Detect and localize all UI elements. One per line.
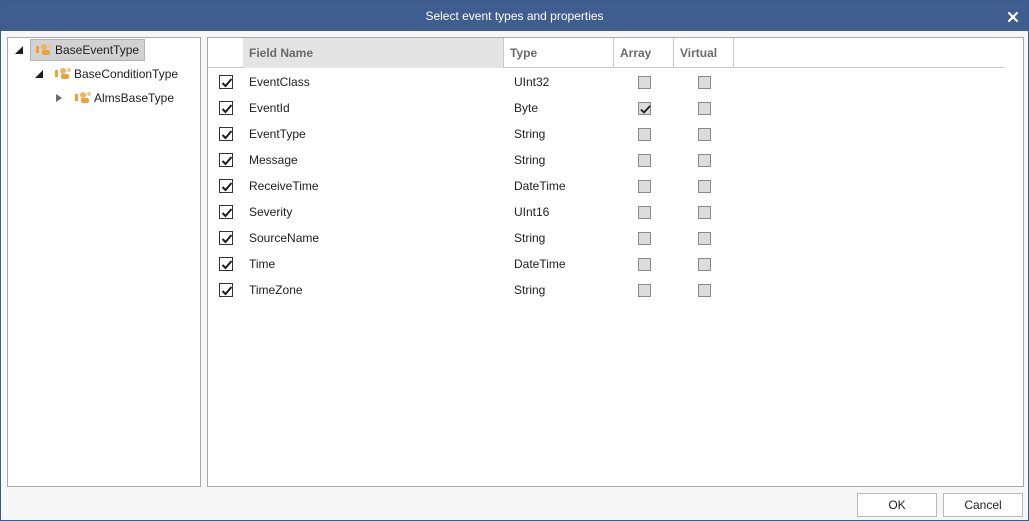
table-row[interactable]: Message String xyxy=(208,147,1004,173)
tree-item-alms-base-type[interactable]: AlmsBaseType xyxy=(52,87,179,109)
field-name-cell: EventId xyxy=(249,101,290,115)
field-name-cell: ReceiveTime xyxy=(249,179,319,193)
include-field-checkbox[interactable] xyxy=(219,257,233,271)
tree-item-label: AlmsBaseType xyxy=(94,91,175,105)
dialog-window: Select event types and properties BaseEv… xyxy=(0,0,1029,521)
virtual-checkbox[interactable] xyxy=(698,258,711,271)
table-row[interactable]: ReceiveTime DateTime xyxy=(208,173,1004,199)
expanded-triangle-icon[interactable] xyxy=(32,67,46,81)
virtual-checkbox[interactable] xyxy=(698,102,711,115)
table-row[interactable]: SourceName String xyxy=(208,225,1004,251)
virtual-checkbox[interactable] xyxy=(698,284,711,297)
type-cell: UInt32 xyxy=(514,75,550,89)
title-bar: Select event types and properties xyxy=(1,1,1028,31)
array-checkbox[interactable] xyxy=(638,232,651,245)
event-type-tree: BaseEventType BaseConditionType AlmsBase… xyxy=(7,37,201,487)
virtual-checkbox[interactable] xyxy=(698,154,711,167)
table-row[interactable]: TimeZone String xyxy=(208,277,1004,303)
field-name-cell: Time xyxy=(249,257,276,271)
type-cell: String xyxy=(514,127,546,141)
column-header-virtual[interactable]: Virtual xyxy=(674,38,734,68)
event-type-icon xyxy=(35,43,53,57)
include-field-checkbox[interactable] xyxy=(219,205,233,219)
type-cell: DateTime xyxy=(514,257,566,271)
type-cell: DateTime xyxy=(514,179,566,193)
type-cell: String xyxy=(514,231,546,245)
virtual-checkbox[interactable] xyxy=(698,128,711,141)
virtual-checkbox[interactable] xyxy=(698,232,711,245)
include-field-checkbox[interactable] xyxy=(219,127,233,141)
tree-item-base-condition-type[interactable]: BaseConditionType xyxy=(32,63,183,85)
table-row[interactable]: Time DateTime xyxy=(208,251,1004,277)
include-field-checkbox[interactable] xyxy=(219,283,233,297)
include-field-checkbox[interactable] xyxy=(219,179,233,193)
virtual-checkbox[interactable] xyxy=(698,76,711,89)
include-field-checkbox[interactable] xyxy=(219,75,233,89)
array-checkbox[interactable] xyxy=(638,76,651,89)
include-field-checkbox[interactable] xyxy=(219,101,233,115)
ok-button[interactable]: OK xyxy=(857,493,937,517)
field-name-cell: Message xyxy=(249,153,298,167)
tree-item-label: BaseEventType xyxy=(55,43,140,57)
column-header-type[interactable]: Type xyxy=(504,38,614,68)
cancel-button[interactable]: Cancel xyxy=(943,493,1023,517)
virtual-checkbox[interactable] xyxy=(698,180,711,193)
array-checkbox[interactable] xyxy=(638,284,651,297)
type-cell: Byte xyxy=(514,101,539,115)
close-icon[interactable] xyxy=(1004,7,1022,25)
table-row[interactable]: EventType String xyxy=(208,121,1004,147)
virtual-checkbox[interactable] xyxy=(698,206,711,219)
table-row[interactable]: EventClass UInt32 xyxy=(208,69,1004,95)
field-name-cell: EventType xyxy=(249,127,306,141)
field-name-cell: EventClass xyxy=(249,75,310,89)
column-header-field-name[interactable]: Field Name xyxy=(243,38,504,68)
type-cell: String xyxy=(514,153,546,167)
array-checkbox[interactable] xyxy=(638,102,651,115)
field-name-cell: TimeZone xyxy=(249,283,303,297)
expanded-triangle-icon[interactable] xyxy=(12,43,26,57)
array-checkbox[interactable] xyxy=(638,258,651,271)
type-cell: String xyxy=(514,283,546,297)
array-checkbox[interactable] xyxy=(638,154,651,167)
tree-item-label: BaseConditionType xyxy=(74,67,179,81)
collapsed-triangle-icon[interactable] xyxy=(52,91,66,105)
field-name-cell: SourceName xyxy=(249,231,320,245)
tree-item-base-event-type[interactable]: BaseEventType xyxy=(12,39,146,61)
properties-grid: Field Name Type Array Virtual EventClass… xyxy=(207,37,1024,487)
array-checkbox[interactable] xyxy=(638,206,651,219)
field-name-cell: Severity xyxy=(249,205,293,219)
type-cell: UInt16 xyxy=(514,205,550,219)
table-row[interactable]: EventId Byte xyxy=(208,95,1004,121)
include-field-checkbox[interactable] xyxy=(219,153,233,167)
array-checkbox[interactable] xyxy=(638,128,651,141)
event-type-icon xyxy=(54,67,72,81)
table-row[interactable]: Severity UInt16 xyxy=(208,199,1004,225)
dialog-title: Select event types and properties xyxy=(425,9,604,23)
array-checkbox[interactable] xyxy=(638,180,651,193)
grid-header: Field Name Type Array Virtual xyxy=(208,38,1004,68)
include-field-checkbox[interactable] xyxy=(219,231,233,245)
event-type-icon xyxy=(74,91,92,105)
column-header-array[interactable]: Array xyxy=(614,38,674,68)
